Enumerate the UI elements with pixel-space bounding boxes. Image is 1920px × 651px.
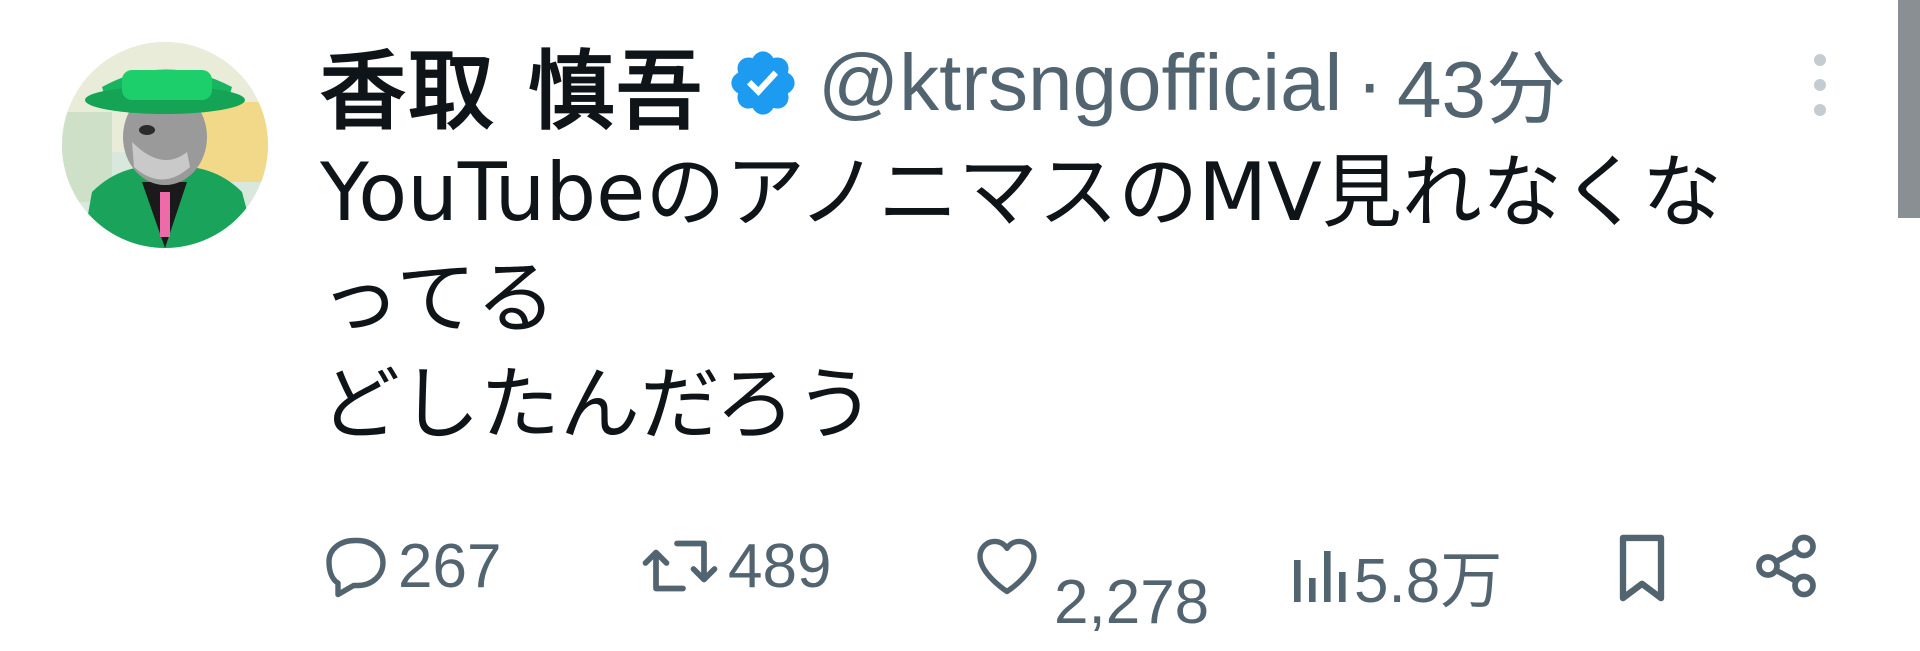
share-button[interactable]	[1750, 530, 1822, 602]
more-vertical-icon[interactable]	[1800, 50, 1840, 120]
views-bar-chart-icon	[1294, 551, 1346, 602]
bookmark-icon	[1619, 534, 1665, 602]
tweet-text-line: YouTubeのアノニマスのMV見れなくな	[320, 146, 1722, 239]
bookmark-button[interactable]	[1610, 530, 1674, 606]
tweet-text-line: どしたんだろう	[320, 358, 876, 451]
avatar[interactable]	[62, 42, 268, 248]
tweet-text-line: ってる	[320, 252, 556, 345]
reply-count: 267	[398, 531, 502, 601]
scrollbar[interactable]	[1898, 0, 1920, 218]
retweet-count: 489	[728, 531, 832, 601]
timestamp[interactable]: 43分	[1397, 25, 1566, 141]
separator-dot: ·	[1356, 38, 1383, 127]
heart-icon	[977, 538, 1037, 595]
retweet-button[interactable]: 489	[638, 530, 831, 602]
like-count: 2,278	[1054, 567, 1210, 637]
retweet-icon	[642, 540, 718, 592]
tweet-actions: 267 489 2,278 5.8万	[320, 520, 1830, 637]
tweet-card: 香取 慎吾 @ktrsngofficial · 43分 YouTubeのアノニマ…	[0, 0, 1920, 651]
like-button[interactable]: 2,278	[970, 530, 1209, 637]
tweet-header: 香取 慎吾 @ktrsngofficial · 43分	[320, 18, 1566, 148]
display-name[interactable]: 香取 慎吾	[320, 21, 704, 146]
avatar-image	[62, 42, 268, 248]
verified-badge-icon	[726, 46, 800, 120]
share-icon	[1756, 534, 1816, 598]
tweet-text: YouTubeのアノニマスのMV見れなくな ってる どしたんだろう	[320, 140, 1830, 458]
reply-button[interactable]: 267	[320, 530, 501, 602]
user-handle[interactable]: @ktrsngofficial	[818, 37, 1342, 129]
reply-bubble-icon	[326, 537, 386, 598]
views-count: 5.8万	[1354, 547, 1503, 616]
views-button[interactable]: 5.8万	[1288, 530, 1502, 620]
